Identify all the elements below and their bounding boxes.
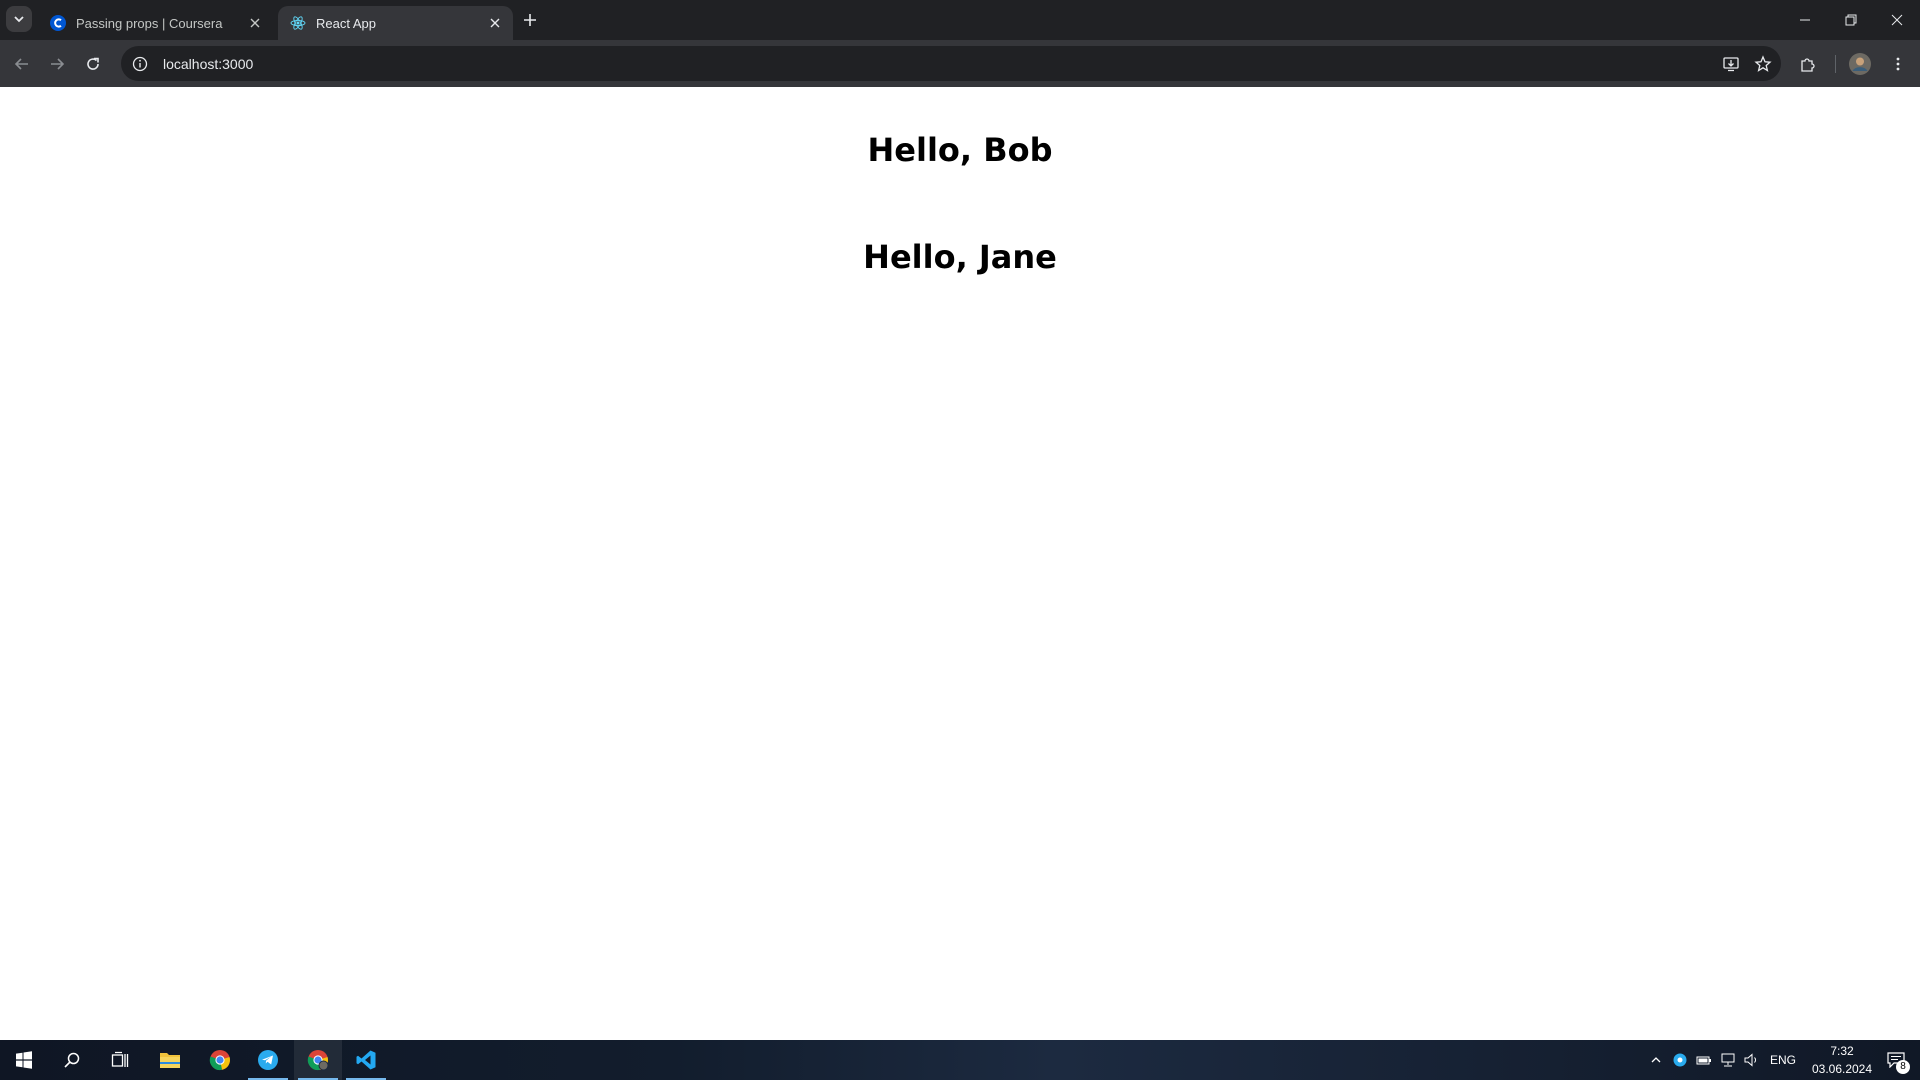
toolbar-divider bbox=[1835, 55, 1836, 73]
install-app-icon[interactable] bbox=[1717, 50, 1745, 78]
react-favicon bbox=[290, 16, 306, 30]
tab-title: React App bbox=[316, 15, 376, 31]
telegram-button[interactable] bbox=[244, 1040, 292, 1080]
vscode-icon bbox=[356, 1050, 376, 1070]
tab-react-app[interactable]: React App bbox=[278, 6, 513, 40]
greeting-heading: Hello, Bob bbox=[867, 131, 1053, 169]
address-bar[interactable]: localhost:3000 bbox=[121, 46, 1781, 81]
window-controls bbox=[1782, 0, 1920, 40]
telegram-icon bbox=[258, 1050, 278, 1070]
file-explorer-button[interactable] bbox=[146, 1040, 194, 1080]
vscode-button[interactable] bbox=[342, 1040, 390, 1080]
minimize-icon bbox=[1800, 19, 1810, 21]
close-icon[interactable] bbox=[487, 15, 503, 31]
chrome-button[interactable] bbox=[196, 1040, 244, 1080]
close-icon bbox=[1891, 14, 1903, 26]
chrome-icon bbox=[209, 1050, 230, 1071]
star-icon[interactable] bbox=[1749, 50, 1777, 78]
app-tray-icon[interactable] bbox=[1670, 1040, 1690, 1080]
clock-time: 7:32 bbox=[1830, 1044, 1854, 1058]
reload-button[interactable] bbox=[80, 51, 106, 77]
chrome-profile-icon bbox=[307, 1050, 329, 1071]
app-status-icon bbox=[1673, 1053, 1687, 1067]
forward-button[interactable] bbox=[44, 51, 70, 77]
browser-toolbar: localhost:3000 bbox=[0, 40, 1920, 88]
puzzle-icon[interactable] bbox=[1794, 50, 1822, 78]
back-arrow-icon bbox=[14, 58, 28, 70]
close-window-button[interactable] bbox=[1874, 0, 1920, 40]
forward-arrow-icon bbox=[51, 58, 65, 70]
url-text: localhost:3000 bbox=[163, 55, 254, 72]
network-icon[interactable] bbox=[1718, 1040, 1738, 1080]
language-indicator[interactable]: ENG bbox=[1766, 1040, 1800, 1080]
search-icon bbox=[64, 1052, 80, 1068]
restore-icon bbox=[1845, 14, 1857, 26]
chevron-down-icon bbox=[14, 16, 24, 23]
folder-icon bbox=[160, 1053, 180, 1068]
battery-icon[interactable] bbox=[1694, 1040, 1714, 1080]
notification-center-button[interactable]: 8 bbox=[1876, 1040, 1916, 1080]
volume-icon[interactable] bbox=[1742, 1040, 1762, 1080]
coursera-favicon bbox=[50, 15, 66, 31]
chrome-profile-button[interactable] bbox=[294, 1040, 342, 1080]
language-label: ENG bbox=[1769, 1053, 1796, 1067]
new-tab-button[interactable] bbox=[518, 8, 542, 32]
clock-date: 03.06.2024 bbox=[1811, 1062, 1873, 1076]
chevron-up-icon bbox=[1651, 1057, 1661, 1063]
taskbar: ENG 7:32 03.06.2024 8 bbox=[0, 1040, 1920, 1080]
clock[interactable]: 7:32 03.06.2024 bbox=[1804, 1040, 1880, 1080]
tab-strip: Passing props | Coursera React App bbox=[0, 0, 1920, 40]
greeting-heading: Hello, Jane bbox=[863, 238, 1057, 276]
page-viewport: Hello, Bob Hello, Jane bbox=[0, 87, 1920, 1040]
info-icon[interactable] bbox=[131, 55, 149, 73]
plus-icon bbox=[524, 14, 536, 26]
minimize-button[interactable] bbox=[1782, 0, 1828, 40]
tab-title: Passing props | Coursera bbox=[76, 15, 223, 31]
task-view-button[interactable] bbox=[96, 1040, 144, 1080]
windows-icon bbox=[16, 1051, 32, 1069]
close-icon[interactable] bbox=[247, 15, 263, 31]
kebab-menu-icon[interactable] bbox=[1884, 50, 1912, 78]
back-button[interactable] bbox=[9, 51, 35, 77]
tab-search-button[interactable] bbox=[6, 6, 32, 32]
avatar[interactable] bbox=[1846, 50, 1874, 78]
start-button[interactable] bbox=[0, 1040, 48, 1080]
notification-count-badge: 8 bbox=[1896, 1060, 1910, 1074]
reload-icon bbox=[87, 57, 99, 70]
restore-button[interactable] bbox=[1828, 0, 1874, 40]
search-button[interactable] bbox=[48, 1040, 96, 1080]
clock-text: 7:32 03.06.2024 bbox=[1812, 1042, 1872, 1078]
task-view-icon bbox=[111, 1051, 129, 1067]
show-hidden-icons-button[interactable] bbox=[1646, 1040, 1666, 1080]
tab-coursera[interactable]: Passing props | Coursera bbox=[38, 6, 273, 40]
